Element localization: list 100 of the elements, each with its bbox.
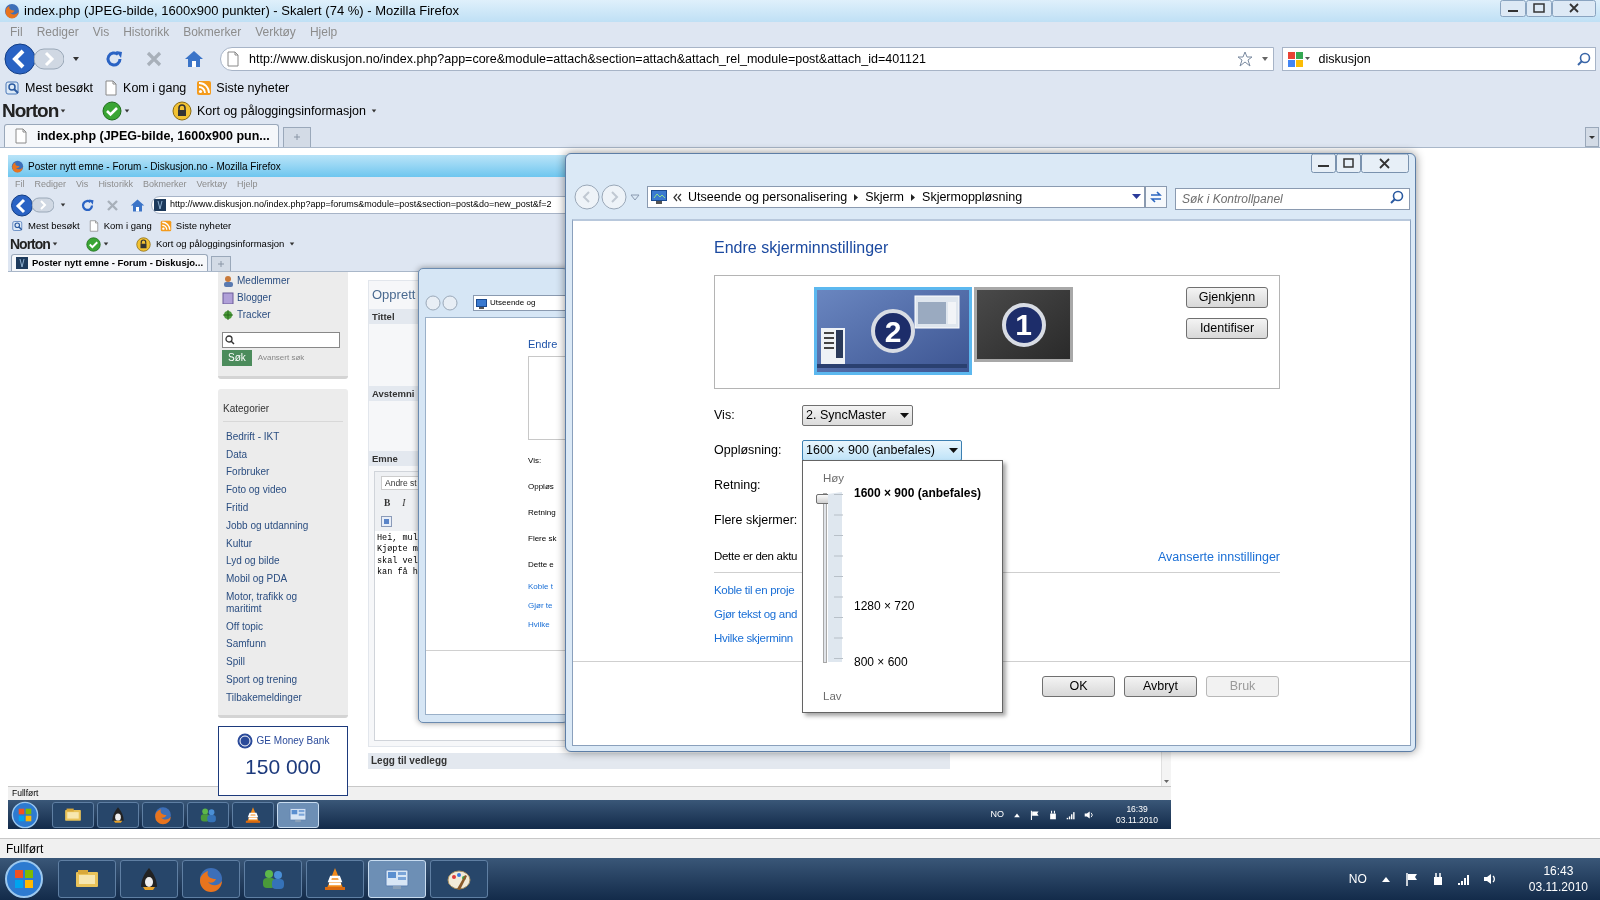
address-field[interactable]: http://www.diskusjon.no/index.php?app=core&module=attach&section=attach&attach_rel_module=post&attach_id=401121 [220, 47, 1274, 71]
category-link[interactable]: Forbruker [223, 463, 323, 482]
clock[interactable]: 16:43 03.11.2010 [1528, 863, 1588, 895]
start-icon[interactable] [11, 800, 39, 829]
resolution-option[interactable]: 1280 × 720 [854, 597, 915, 615]
search-field[interactable]: Søk i Kontrollpanel [1175, 188, 1410, 210]
flag-icon[interactable] [1030, 809, 1041, 820]
vault-menu[interactable]: Kort og påloggingsinformasjon [172, 101, 377, 121]
settings-link[interactable]: Gjør te [528, 603, 557, 609]
dropdown[interactable]: 1600 × 900 (anbefales) [802, 440, 962, 461]
taskbar-button[interactable] [97, 801, 139, 828]
dialog-button[interactable]: Gjenkjenn [1186, 287, 1268, 308]
flag-icon[interactable] [1404, 872, 1419, 886]
taskbar-button[interactable] [232, 801, 274, 828]
resolution-option[interactable]: 800 × 600 [854, 653, 908, 671]
taskbar-button[interactable] [430, 860, 488, 898]
search-icon[interactable] [1577, 52, 1591, 66]
back-icon[interactable] [10, 193, 34, 217]
search-icon[interactable] [1390, 190, 1404, 204]
close-icon[interactable] [1361, 154, 1409, 173]
category-link[interactable]: Samfunn [223, 635, 323, 654]
sidebar-link[interactable]: Tracker [222, 307, 344, 322]
category-link[interactable]: Fritid [223, 499, 323, 517]
dialog-button[interactable]: Identifiser [1186, 318, 1268, 339]
category-link[interactable]: Tilbakemeldinger [223, 688, 323, 707]
category-link[interactable]: Jobb og utdanning [223, 516, 323, 535]
norton-menu[interactable]: Norton [10, 233, 86, 255]
category-link[interactable]: Sport og trening [223, 671, 323, 689]
dialog-button[interactable]: Avbryt [1124, 676, 1197, 697]
signal-icon[interactable] [1456, 872, 1471, 886]
speaker-icon[interactable] [1084, 809, 1095, 820]
advanced-settings-link[interactable]: Avanserte innstillinger [1157, 547, 1280, 567]
power-plug-icon[interactable] [1048, 809, 1059, 820]
minimize-icon[interactable] [1500, 0, 1526, 17]
resolution-option[interactable]: 1600 × 900 (anbefales) [854, 484, 982, 502]
monitor-tile[interactable]: 2 [814, 287, 972, 375]
star-icon[interactable] [1236, 51, 1253, 67]
taskbar-button[interactable] [58, 860, 116, 898]
settings-link[interactable]: Hvilke skjerminn [714, 629, 793, 647]
bookmark-item[interactable]: Kom i gang [103, 78, 187, 98]
maximize-icon[interactable] [1336, 154, 1361, 173]
taskbar-button[interactable] [306, 860, 364, 898]
dropdown-caret-icon[interactable] [1260, 55, 1269, 63]
category-link[interactable]: Foto og video [223, 481, 323, 500]
address-field[interactable]: Utseende og personalisering Skjerm Skjermoppløsning [647, 186, 1145, 208]
search-field[interactable] [222, 332, 340, 348]
back-icon[interactable] [4, 43, 38, 75]
close-icon[interactable] [1552, 0, 1596, 17]
bookmark-item[interactable]: Siste nyheter [159, 218, 232, 234]
dialog-button[interactable]: OK [1042, 676, 1115, 697]
home-icon[interactable] [130, 197, 145, 213]
settings-link[interactable]: Hvilke [528, 622, 557, 628]
monitor-tile[interactable]: 1 [974, 287, 1073, 362]
clock[interactable]: 16:39 03.11.2010 [1116, 803, 1158, 826]
settings-link[interactable]: Koble t [528, 584, 557, 590]
settings-link[interactable]: Koble til en proje [714, 581, 795, 599]
bookmark-item[interactable]: Mest besøkt [12, 218, 80, 234]
breadcrumb-item[interactable]: Skjermoppløsning [922, 187, 1023, 207]
language-indicator[interactable]: NO [990, 807, 1005, 822]
norton-menu[interactable]: Norton [2, 96, 102, 126]
sidebar-link[interactable]: Medlemmer [222, 273, 344, 288]
dropdown[interactable]: 2. SyncMaster [802, 405, 913, 426]
category-link[interactable]: Motor, trafikk og maritimt [223, 588, 323, 618]
home-icon[interactable] [184, 49, 204, 69]
breadcrumb-item[interactable]: Utseende og personalisering [688, 187, 848, 207]
category-link[interactable]: Spill [223, 653, 323, 672]
italic-button[interactable]: I [402, 495, 406, 510]
reload-icon[interactable] [80, 197, 95, 213]
taskbar-button[interactable] [52, 801, 94, 828]
signal-icon[interactable] [1066, 809, 1077, 820]
category-link[interactable]: Data [223, 445, 323, 464]
category-link[interactable]: Mobil og PDA [223, 570, 323, 589]
category-link[interactable]: Lyd og bilde [223, 552, 323, 571]
bookmark-item[interactable]: Kom i gang [87, 218, 152, 234]
bookmark-item[interactable]: Siste nyheter [196, 78, 290, 98]
bookmark-item[interactable]: Mest besøkt [5, 78, 94, 98]
minimize-icon[interactable] [1311, 154, 1336, 173]
sidebar-link[interactable]: Blogger [222, 290, 344, 305]
start-icon[interactable] [4, 859, 44, 899]
language-indicator[interactable]: NO [1348, 870, 1367, 888]
search-field[interactable]: diskusjon [1281, 47, 1596, 71]
search-engine-icon[interactable] [1286, 51, 1311, 67]
vault-menu[interactable]: Kort og påloggingsinformasjon [136, 236, 296, 252]
address-field[interactable]: Utseende og [473, 295, 567, 311]
dropdown-caret-icon[interactable] [72, 55, 80, 63]
category-link[interactable]: Bedrift - IKT [223, 428, 323, 446]
source-icon[interactable] [381, 515, 392, 527]
speaker-icon[interactable] [1482, 872, 1497, 886]
browser-tab[interactable]: index.php (JPEG-bilde, 1600x900 pun... [4, 124, 279, 147]
breadcrumb-item[interactable]: Skjerm [865, 187, 905, 207]
reload-icon[interactable] [104, 49, 124, 69]
browser-tab[interactable]: Poster nytt emne - Forum - Diskusjo... [11, 254, 209, 271]
bold-button[interactable]: B [384, 495, 391, 510]
taskbar-button[interactable] [120, 860, 178, 898]
settings-link[interactable]: Gjør tekst og and [714, 605, 798, 623]
category-link[interactable]: Kultur [223, 534, 323, 553]
maximize-icon[interactable] [1526, 0, 1552, 17]
category-link[interactable]: Off topic [223, 617, 323, 636]
dropdown-caret-icon[interactable] [60, 202, 66, 208]
search-button[interactable]: Søk [222, 350, 252, 366]
